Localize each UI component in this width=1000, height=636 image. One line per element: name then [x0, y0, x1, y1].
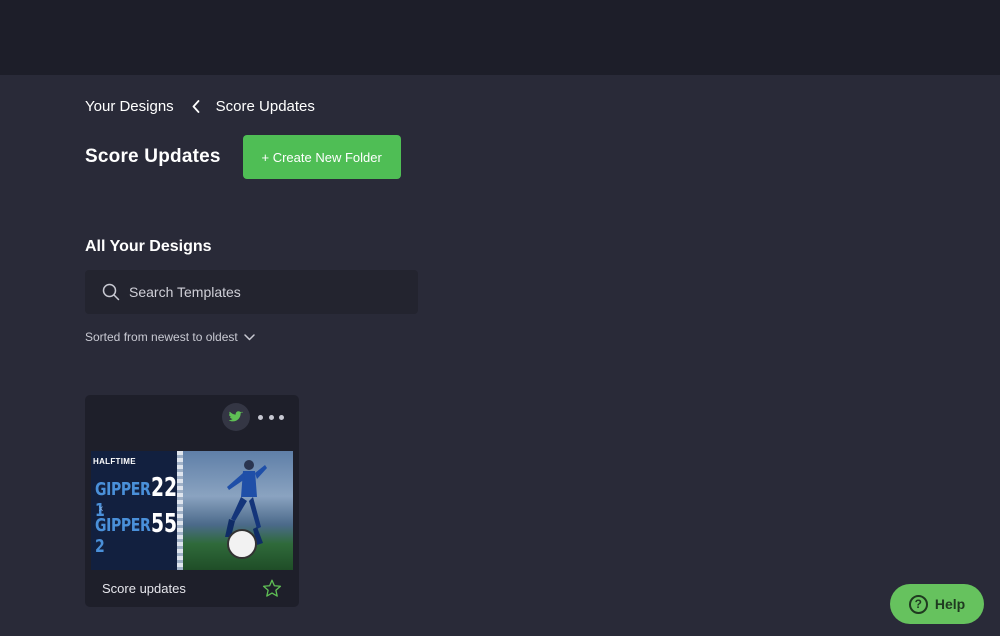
more-options-icon[interactable]: [258, 407, 284, 427]
design-card[interactable]: HALFTIME GIPPER 1 22 x GIPPER 2 55 Score…: [85, 395, 299, 607]
thumbnail-score2: 55: [151, 509, 178, 539]
thumbnail-scoreboard: HALFTIME GIPPER 1 22 x GIPPER 2 55: [91, 451, 187, 570]
breadcrumb-your-designs[interactable]: Your Designs: [85, 98, 174, 115]
breadcrumb-current: Score Updates: [215, 97, 315, 115]
help-label: Help: [934, 596, 966, 612]
breadcrumb: Your Designs Score Updates: [85, 96, 315, 116]
chevron-left-icon[interactable]: [192, 99, 202, 113]
design-thumbnail[interactable]: HALFTIME GIPPER 1 22 x GIPPER 2 55: [91, 451, 293, 570]
section-title: All Your Designs: [85, 238, 212, 255]
design-name[interactable]: Score updates: [102, 581, 186, 596]
star-icon[interactable]: [262, 579, 282, 598]
create-new-folder-button[interactable]: + Create New Folder: [242, 135, 401, 179]
thumbnail-vs: x: [99, 504, 103, 513]
chevron-down-icon: [244, 333, 255, 340]
sort-dropdown[interactable]: Sorted from newest to oldest: [85, 330, 255, 344]
title-row: Score Updates + Create New Folder: [85, 135, 401, 179]
search-icon: [102, 283, 120, 301]
search-input[interactable]: [129, 284, 389, 300]
thumbnail-score1: 22: [151, 473, 178, 503]
thumbnail-photo: [183, 451, 293, 570]
sort-label: Sorted from newest to oldest: [85, 330, 238, 344]
twitter-icon: [222, 403, 250, 431]
help-button[interactable]: ? Help: [890, 584, 984, 624]
thumbnail-header: HALFTIME: [93, 457, 136, 466]
search-box[interactable]: [85, 270, 418, 314]
soccer-ball-icon: [227, 529, 257, 559]
top-bar: [0, 0, 1000, 75]
page-title: Score Updates: [85, 146, 221, 167]
help-icon: ?: [908, 594, 928, 614]
